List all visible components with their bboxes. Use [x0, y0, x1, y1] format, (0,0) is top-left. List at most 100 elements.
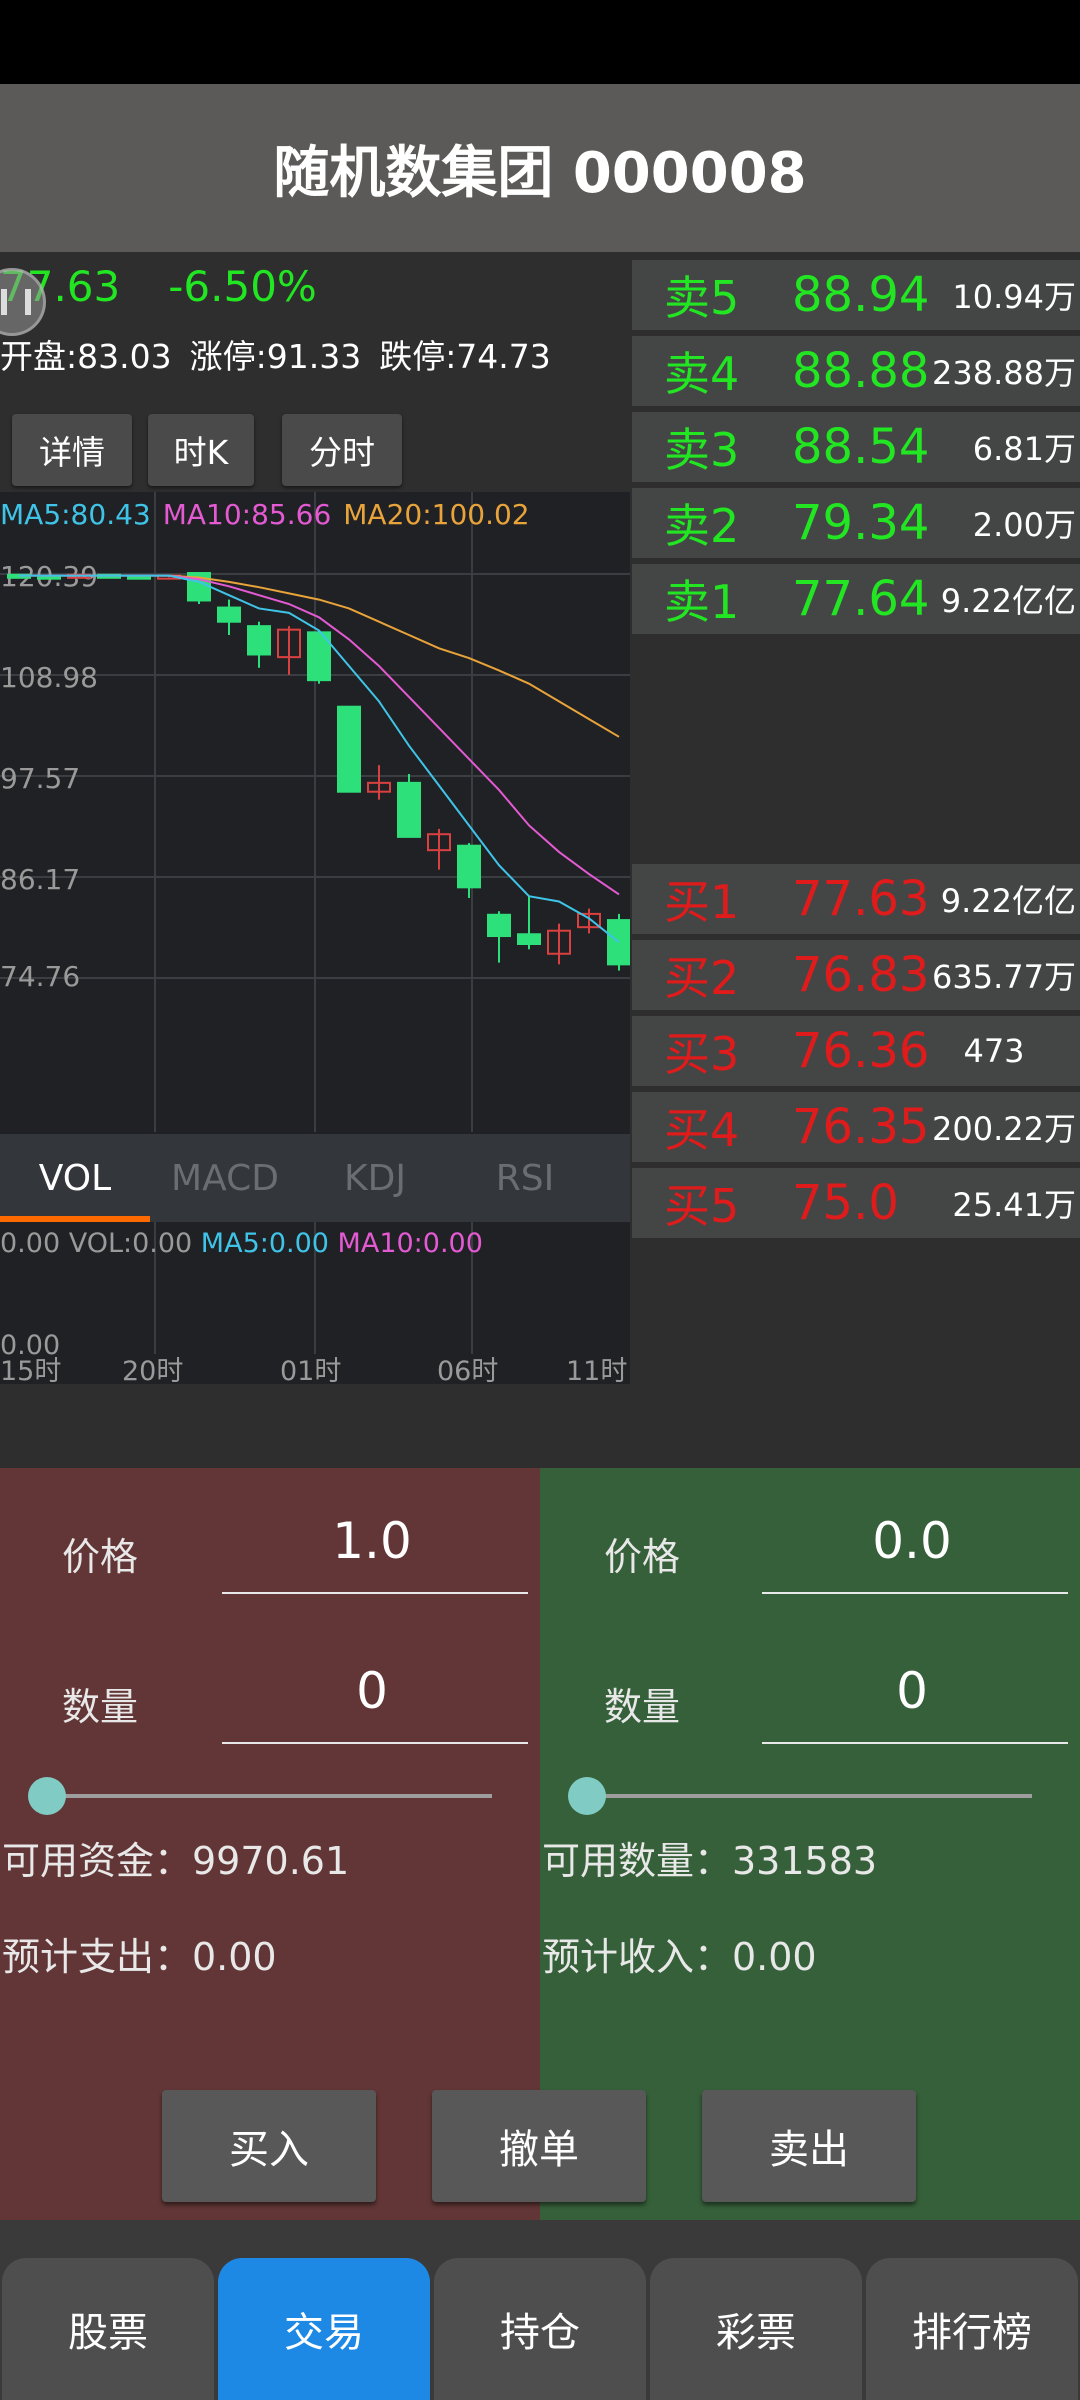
sell-qty-underline — [762, 1742, 1068, 1744]
sell-row-1[interactable]: 卖1 77.64 9.22亿亿 — [632, 564, 1080, 634]
sell-label: 卖1 — [664, 575, 740, 629]
buy-volume: 25.41万 — [952, 1186, 1076, 1224]
candle-down — [517, 933, 541, 946]
volume-legend: 0.00 VOL:0.00 MA5:0.00 MA10:0.00 — [0, 1228, 483, 1259]
buy-qty-underline — [222, 1742, 528, 1744]
buy-price: 77.63 — [792, 871, 930, 927]
ma-legend: MA5:80.43 MA10:85.66 MA20:100.02 — [0, 498, 530, 531]
tab-macd[interactable]: MACD — [150, 1158, 300, 1199]
candle-down — [487, 913, 511, 938]
quote-line: 77.63 -6.50% — [0, 262, 317, 311]
sell-price: 88.88 — [792, 343, 930, 399]
sell-price: 77.64 — [792, 571, 930, 627]
kline-chart: 120.39108.9897.5786.1774.760.00 VOL:0.00… — [0, 492, 631, 1387]
buy-row-5[interactable]: 买5 75.0 25.41万 — [632, 1168, 1080, 1238]
y-tick-label: 74.76 — [0, 960, 80, 993]
tab-hour-k[interactable]: 时K — [148, 414, 254, 486]
buy-label: 买3 — [664, 1027, 740, 1081]
sell-volume: 2.00万 — [972, 506, 1076, 544]
sell-price: 88.54 — [792, 419, 930, 475]
cancel-order-button[interactable]: 撤单 — [432, 2090, 646, 2202]
candle-down — [397, 781, 421, 838]
sell-price: 88.94 — [792, 267, 930, 323]
sell-qty-slider-thumb[interactable] — [568, 1777, 606, 1815]
sell-label: 卖2 — [664, 499, 740, 553]
sell-volume: 9.22亿亿 — [940, 582, 1076, 620]
sell-qty-label: 数量 — [604, 1685, 681, 1729]
x-tick-label: 06时 — [437, 1356, 498, 1384]
nav-lottery[interactable]: 彩票 — [650, 2258, 862, 2400]
page-title: 随机数集团 000008 — [273, 140, 807, 206]
ma10-line — [19, 574, 620, 896]
active-tab-indicator — [0, 1216, 150, 1222]
indicator-tabs: VOL MACD KDJ RSI — [0, 1134, 630, 1222]
sell-qty-input[interactable]: 0 — [762, 1662, 1062, 1720]
sell-row-5[interactable]: 卖5 88.94 10.94万 — [632, 260, 1080, 330]
sell-label: 卖4 — [664, 347, 740, 401]
sell-row-2[interactable]: 卖2 79.34 2.00万 — [632, 488, 1080, 558]
sell-label: 卖5 — [664, 271, 740, 325]
candle-down — [217, 606, 241, 623]
ma20-legend: MA20:100.02 — [343, 498, 530, 531]
buy-row-4[interactable]: 买4 76.35 200.22万 — [632, 1092, 1080, 1162]
limit-down: 跌停:74.73 — [379, 337, 551, 376]
open-price: 开盘:83.03 — [0, 337, 172, 376]
buy-qty-slider-track[interactable] — [46, 1794, 492, 1798]
estimated-income: 预计收入：0.00 — [542, 1935, 817, 1979]
sell-price-label: 价格 — [604, 1535, 681, 1579]
ma10-legend: MA10:85.66 — [162, 498, 332, 531]
buy-qty-input[interactable]: 0 — [222, 1662, 522, 1720]
x-tick-label: 15时 — [0, 1356, 61, 1384]
sell-row-3[interactable]: 卖3 88.54 6.81万 — [632, 412, 1080, 482]
buy-volume: 635.77万 — [932, 958, 1076, 996]
buy-label: 买5 — [664, 1179, 740, 1233]
sell-qty-slider-track[interactable] — [586, 1794, 1032, 1798]
tab-rsi[interactable]: RSI — [450, 1158, 600, 1199]
candle-down — [457, 844, 481, 889]
title-bar: 随机数集团 000008 — [0, 84, 1080, 252]
buy-label: 买4 — [664, 1103, 740, 1157]
y-tick-label: 108.98 — [0, 661, 98, 694]
buy-button[interactable]: 买入 — [162, 2090, 376, 2202]
order-book: 卖5 88.94 10.94万 卖4 88.88 238.88万 卖3 88.5… — [630, 252, 1080, 1468]
buy-row-1[interactable]: 买1 77.63 9.22亿亿 — [632, 864, 1080, 934]
buy-price: 75.0 — [792, 1175, 899, 1231]
available-funds: 可用资金：9970.61 — [2, 1839, 350, 1883]
sell-volume: 238.88万 — [932, 354, 1076, 392]
kline-chart-area[interactable]: 120.39 108.98 97.57 86.17 74.76 0.00 VOL:0.00… — [0, 492, 631, 1387]
tab-timeshare[interactable]: 分时 — [282, 414, 402, 486]
tab-kdj[interactable]: KDJ — [300, 1158, 450, 1199]
ma5-legend: MA5:80.43 — [0, 498, 151, 531]
tab-details[interactable]: 详情 — [12, 414, 132, 486]
chart-panel: 77.63 -6.50% 开盘:83.03 涨停:91.33 跌停:74.73 详情 … — [0, 252, 631, 1468]
sell-price-input[interactable]: 0.0 — [762, 1512, 1062, 1570]
buy-row-3[interactable]: 买3 76.36 473 — [632, 1016, 1080, 1086]
nav-holdings[interactable]: 持仓 — [434, 2258, 646, 2400]
buy-volume: 9.22亿亿 — [940, 882, 1076, 920]
status-bar — [0, 0, 1080, 84]
buy-label: 买1 — [664, 875, 740, 929]
buy-price: 76.36 — [792, 1023, 930, 1079]
candle-down — [247, 625, 271, 656]
nav-trade[interactable]: 交易 — [218, 2258, 430, 2400]
tab-vol[interactable]: VOL — [0, 1158, 150, 1199]
sell-row-4[interactable]: 卖4 88.88 238.88万 — [632, 336, 1080, 406]
buy-row-2[interactable]: 买2 76.83 635.77万 — [632, 940, 1080, 1010]
buy-price-input[interactable]: 1.0 — [222, 1512, 522, 1570]
buy-label: 买2 — [664, 951, 740, 1005]
buy-price: 76.35 — [792, 1099, 930, 1155]
nav-stocks[interactable]: 股票 — [2, 2258, 214, 2400]
buy-qty-label: 数量 — [62, 1685, 139, 1729]
limits-line: 开盘:83.03 涨停:91.33 跌停:74.73 — [0, 330, 569, 378]
sell-price: 79.34 — [792, 495, 930, 551]
sell-button[interactable]: 卖出 — [702, 2090, 916, 2202]
buy-qty-slider-thumb[interactable] — [28, 1777, 66, 1815]
sell-label: 卖3 — [664, 423, 740, 477]
y-tick-label: 86.17 — [0, 863, 80, 896]
nav-leaderboard[interactable]: 排行榜 — [866, 2258, 1078, 2400]
x-tick-label: 20时 — [122, 1356, 183, 1384]
y-tick-label: 97.57 — [0, 762, 80, 795]
available-quantity: 可用数量：331583 — [542, 1839, 878, 1883]
candle-down — [337, 705, 361, 793]
sell-volume: 10.94万 — [952, 278, 1076, 316]
